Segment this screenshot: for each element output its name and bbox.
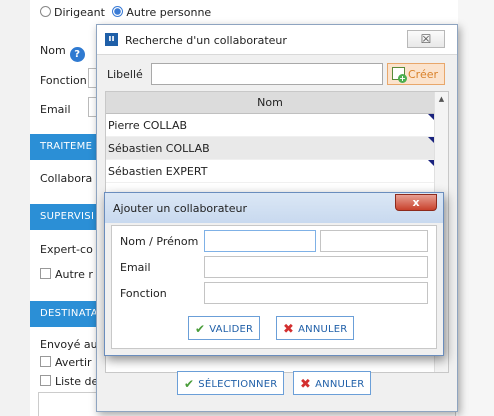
radio-autre-personne[interactable] <box>112 6 124 17</box>
liste-row: Liste de <box>40 375 98 388</box>
left-margin <box>0 0 30 416</box>
row-nom: Sébastien COLLAB <box>108 142 210 155</box>
avertir-checkbox[interactable] <box>40 356 51 367</box>
search-annuler-label: ANNULER <box>315 379 365 390</box>
nom-row: Nom? <box>40 44 85 62</box>
search-dialog-close-button[interactable]: ☒ <box>407 30 445 48</box>
valider-label: VALIDER <box>209 324 254 335</box>
check-icon: ✔ <box>195 322 206 336</box>
email-label: Email <box>40 103 71 116</box>
add-collaborateur-dialog: Ajouter un collaborateur x Nom / Prénom … <box>104 192 444 356</box>
add-dialog-form: Nom / Prénom Email Fonction ✔ VALIDER ✖ AN… <box>111 225 437 349</box>
add-annuler-button[interactable]: ✖ ANNULER <box>276 316 355 340</box>
row-nom: Pierre COLLAB <box>108 119 188 132</box>
creer-label: Créer <box>408 68 439 81</box>
fonction-label: Fonction <box>120 287 167 300</box>
nom-prenom-label: Nom / Prénom <box>120 235 199 248</box>
check-icon: ✔ <box>184 377 195 391</box>
cross-icon: ✖ <box>300 377 312 392</box>
search-dialog-title: Recherche d'un collaborateur <box>125 34 287 47</box>
collaborateur-label: Collabora <box>40 172 93 185</box>
scroll-up-icon[interactable]: ▲ <box>435 92 448 103</box>
radio-autre-label: Autre personne <box>126 6 212 19</box>
email-input[interactable] <box>204 256 428 278</box>
avertir-label: Avertir <box>55 356 92 369</box>
autre-responsable-row: Autre r <box>40 268 93 281</box>
cross-icon: ✖ <box>283 322 295 337</box>
table-row[interactable]: Sébastien COLLAB <box>106 137 434 160</box>
valider-button[interactable]: ✔ VALIDER <box>188 316 261 340</box>
autre-responsable-checkbox[interactable] <box>40 268 51 279</box>
fonction-row: Fonction <box>40 74 87 87</box>
liste-checkbox[interactable] <box>40 375 51 386</box>
libelle-label: Libellé <box>107 68 143 81</box>
row-nom: Sébastien EXPERT <box>108 165 208 178</box>
role-radio-group: Dirigeant Autre personne <box>40 6 211 19</box>
envoye-label: Envoyé au <box>40 338 98 351</box>
autre-responsable-label: Autre r <box>55 268 93 281</box>
help-icon[interactable]: ? <box>69 47 85 62</box>
search-annuler-button[interactable]: ✖ ANNULER <box>293 371 372 395</box>
nom-label: Nom <box>40 44 66 57</box>
selectionner-label: SÉLECTIONNER <box>198 379 278 390</box>
add-dialog-close-button[interactable]: x <box>395 194 437 211</box>
prenom-input[interactable] <box>320 230 428 252</box>
nom-input[interactable] <box>204 230 316 252</box>
new-document-icon <box>392 67 407 83</box>
search-dialog-titlebar[interactable]: ıı Recherche d'un collaborateur ☒ <box>97 25 457 55</box>
table-row[interactable]: Sébastien EXPERT <box>106 160 434 183</box>
email-label: Email <box>120 261 151 274</box>
app-icon: ıı <box>105 33 118 46</box>
right-margin <box>458 0 494 416</box>
column-header-nom[interactable]: Nom <box>106 92 434 114</box>
fonction-input[interactable] <box>204 282 428 304</box>
add-annuler-label: ANNULER <box>298 324 348 335</box>
expert-comptable-label: Expert-co <box>40 243 93 256</box>
fonction-label: Fonction <box>40 74 87 87</box>
table-row[interactable]: Pierre COLLAB <box>106 114 434 137</box>
avertir-row: Avertir <box>40 356 92 369</box>
creer-button[interactable]: Créer <box>387 63 445 85</box>
selectionner-button[interactable]: ✔ SÉLECTIONNER <box>177 371 285 395</box>
liste-label: Liste de <box>55 375 99 388</box>
radio-dirigeant[interactable] <box>40 6 51 17</box>
email-row: Email <box>40 103 71 116</box>
libelle-input[interactable] <box>151 63 383 85</box>
add-dialog-title: Ajouter un collaborateur <box>113 202 248 215</box>
radio-dirigeant-label: Dirigeant <box>54 6 105 19</box>
add-dialog-titlebar[interactable]: Ajouter un collaborateur x <box>105 193 443 223</box>
